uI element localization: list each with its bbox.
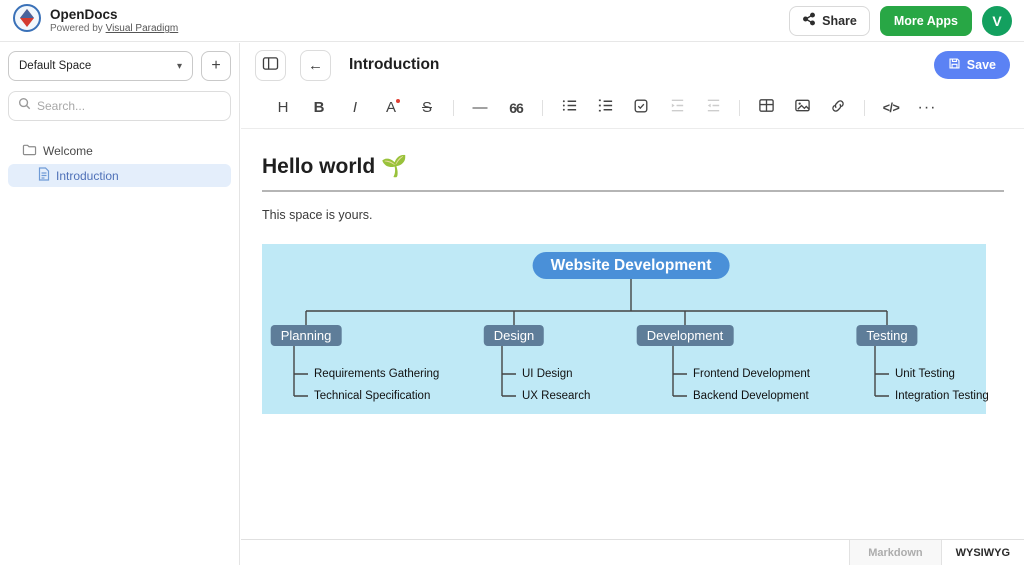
indent-button[interactable] — [659, 93, 695, 123]
color-dot-icon — [396, 99, 400, 103]
strikethrough-button[interactable]: S — [409, 93, 445, 123]
toolbar-divider — [453, 100, 454, 116]
diagram-root-node: Website Development — [533, 252, 730, 279]
tree-folder-label: Welcome — [43, 144, 93, 158]
indent-icon — [669, 97, 686, 118]
save-button[interactable]: Save — [934, 51, 1010, 79]
more-options-button[interactable]: ··· — [909, 93, 945, 123]
tree-page-label: Introduction — [56, 169, 119, 183]
diagram-leaf: UI Design — [522, 367, 573, 381]
search-box — [8, 91, 231, 121]
diagram-leaf: Requirements Gathering — [314, 367, 439, 381]
diagram-branch-node: Development — [637, 325, 734, 346]
ordered-list-button[interactable] — [587, 93, 623, 123]
save-icon — [948, 57, 961, 73]
panel-toggle-icon — [262, 56, 279, 75]
powered-by: Powered by Visual Paradigm — [50, 23, 178, 34]
tab-markdown[interactable]: Markdown — [849, 540, 941, 565]
task-list-button[interactable] — [623, 93, 659, 123]
diagram-leaf: UX Research — [522, 389, 590, 403]
heading-button[interactable]: H — [265, 93, 301, 123]
diagram-leaf: Integration Testing — [895, 389, 989, 403]
doc-paragraph: This space is yours. — [262, 208, 1004, 222]
back-button[interactable]: ← — [300, 50, 331, 81]
tree-folder-welcome[interactable]: Welcome — [8, 139, 231, 162]
bullet-list-button[interactable] — [551, 93, 587, 123]
toolbar-divider — [542, 100, 543, 116]
text-color-label: A — [386, 99, 396, 116]
app-title: OpenDocs — [50, 7, 178, 22]
more-apps-button[interactable]: More Apps — [880, 6, 972, 36]
blockquote-button[interactable]: 66 — [498, 93, 534, 123]
brand-text: OpenDocs Powered by Visual Paradigm — [50, 7, 178, 34]
code-button[interactable]: </> — [873, 93, 909, 123]
image-icon — [794, 97, 811, 118]
toggle-sidebar-button[interactable] — [255, 50, 286, 81]
editor: ← Introduction Save H B I A S — — [241, 43, 1024, 565]
table-icon — [758, 97, 775, 118]
tab-wysiwyg[interactable]: WYSIWYG — [942, 540, 1024, 565]
doc-toolbar: ← Introduction Save — [241, 43, 1024, 87]
diagram-branch-node: Design — [484, 325, 544, 346]
top-header: OpenDocs Powered by Visual Paradigm Sh — [0, 0, 1024, 42]
editor-footer: Markdown WYSIWYG — [241, 539, 1024, 565]
diagram-leaf: Technical Specification — [314, 389, 430, 403]
diagram-leaf: Frontend Development — [693, 367, 810, 381]
search-input[interactable] — [37, 99, 221, 113]
visual-paradigm-link[interactable]: Visual Paradigm — [106, 23, 179, 34]
image-button[interactable] — [784, 93, 820, 123]
diagram-branch-node: Planning — [271, 325, 342, 346]
share-icon — [802, 12, 816, 29]
space-selector-value: Default Space — [19, 60, 91, 72]
share-button[interactable]: Share — [789, 6, 870, 36]
tree-page-introduction[interactable]: Introduction — [8, 164, 231, 187]
header-actions: Share More Apps V — [789, 6, 1012, 36]
sidebar: Default Space ▾ + Welcome — [0, 43, 240, 565]
link-icon — [830, 98, 846, 118]
opendocs-logo-icon — [12, 3, 42, 38]
document-icon — [38, 167, 50, 184]
search-icon — [18, 97, 31, 115]
italic-button[interactable]: I — [337, 93, 373, 123]
folder-icon — [22, 143, 37, 159]
mindmap-diagram[interactable]: Website Development Planning Design Deve… — [262, 244, 986, 414]
link-button[interactable] — [820, 93, 856, 123]
page-title: Introduction — [349, 56, 439, 74]
task-list-icon — [633, 98, 649, 118]
ordered-list-icon — [597, 97, 614, 118]
doc-heading: Hello world 🌱 — [262, 155, 1004, 192]
toolbar-divider — [864, 100, 865, 116]
add-page-button[interactable]: + — [201, 51, 231, 81]
save-label: Save — [967, 58, 996, 72]
toolbar-divider — [739, 100, 740, 116]
diagram-leaf: Unit Testing — [895, 367, 955, 381]
avatar[interactable]: V — [982, 6, 1012, 36]
table-button[interactable] — [748, 93, 784, 123]
share-label: Share — [822, 14, 857, 28]
horizontal-rule-button[interactable]: — — [462, 93, 498, 123]
outdent-button[interactable] — [695, 93, 731, 123]
space-row: Default Space ▾ + — [8, 51, 231, 81]
text-color-button[interactable]: A — [373, 93, 409, 123]
bullet-list-icon — [561, 97, 578, 118]
diagram-branch-node: Testing — [856, 325, 917, 346]
outdent-icon — [705, 97, 722, 118]
powered-by-prefix: Powered by — [50, 23, 103, 34]
diagram-leaf: Backend Development — [693, 389, 809, 403]
bold-button[interactable]: B — [301, 93, 337, 123]
doc-content[interactable]: Hello world 🌱 This space is yours. Websi… — [241, 129, 1024, 414]
brand: OpenDocs Powered by Visual Paradigm — [12, 3, 178, 38]
format-toolbar: H B I A S — 66 — [241, 87, 1024, 129]
chevron-down-icon: ▾ — [177, 61, 182, 72]
page-tree: Welcome Introduction — [8, 139, 231, 187]
space-selector[interactable]: Default Space ▾ — [8, 51, 193, 81]
app-root: OpenDocs Powered by Visual Paradigm Sh — [0, 0, 1024, 565]
